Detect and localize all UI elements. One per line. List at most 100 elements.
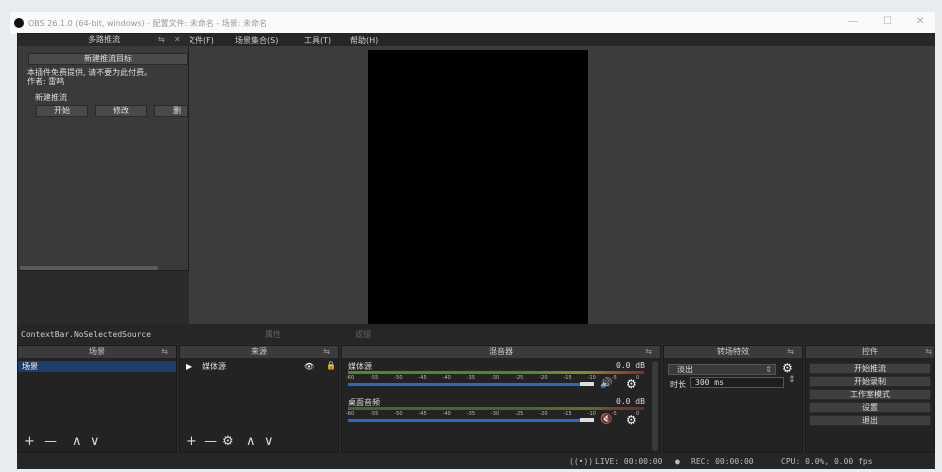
meter-tick-label: -5: [611, 375, 617, 381]
mixer-track-db: 0.0 dB: [616, 361, 645, 370]
volume-slider[interactable]: [348, 383, 588, 386]
meter-tick-label: -25: [515, 375, 524, 381]
source-item[interactable]: ▶ 媒体源 👁 🔒: [180, 361, 338, 372]
volume-slider[interactable]: [348, 419, 588, 422]
dock-float-icon[interactable]: ⇆: [158, 35, 165, 44]
window-titlebar: OBS 26.1.0 (64-bit, windows) - 配置文件: 未命名…: [10, 12, 935, 34]
meter-tick-label: -10: [587, 411, 596, 417]
transition-select[interactable]: 淡出 ⇕: [668, 364, 776, 375]
transition-settings-gear-icon[interactable]: ⚙: [782, 361, 793, 375]
meter-tick-label: -60: [346, 375, 355, 381]
menu-scene-collection[interactable]: 场景集合(S): [235, 35, 278, 46]
menu-tools[interactable]: 工具(T): [304, 35, 331, 46]
move-source-down-icon[interactable]: ∨: [264, 434, 274, 449]
remove-scene-icon[interactable]: —: [44, 434, 57, 449]
move-scene-up-icon[interactable]: ∧: [72, 434, 82, 449]
menu-help[interactable]: 帮助(H): [350, 35, 378, 46]
meter-tick-label: -40: [442, 375, 451, 381]
meter-tick-label: -15: [563, 411, 572, 417]
audio-meter: [348, 407, 644, 410]
scenes-dock-float-icon[interactable]: ⇆: [161, 347, 168, 356]
meter-tick-label: -55: [370, 375, 379, 381]
multi-rtmp-dock: 多路推流 ⇆ ✕ 新建推流目标 本插件免费提供, 请不要为此付费。 作者: 雷鸣…: [17, 33, 190, 271]
scenes-toolbar: + — ∧ ∨: [24, 434, 174, 450]
live-broadcast-icon: ((•)): [569, 457, 594, 466]
track-settings-gear-icon[interactable]: ⚙: [626, 413, 637, 427]
controls-dock-float-icon[interactable]: ⇆: [925, 347, 932, 356]
menu-file[interactable]: 文件(F): [187, 35, 214, 46]
scenes-dock: 场景 ⇆ 场景 + — ∧ ∨: [17, 345, 177, 453]
mixer-track-db: 0.0 dB: [616, 397, 645, 406]
plugin-notice-line2: 作者: 雷鸣: [27, 77, 65, 86]
remove-source-icon[interactable]: —: [204, 434, 217, 449]
plugin-scrollbar[interactable]: [20, 266, 158, 270]
mixer-scrollbar[interactable]: [652, 361, 658, 451]
meter-tick-label: -10: [587, 375, 596, 381]
volume-slider-handle[interactable]: [580, 382, 594, 386]
preview-canvas[interactable]: [368, 50, 588, 324]
settings-button[interactable]: 设置: [809, 402, 931, 413]
meter-tick-label: -50: [394, 411, 403, 417]
meter-tick-label: -5: [611, 411, 617, 417]
track-settings-gear-icon[interactable]: ⚙: [626, 377, 637, 391]
duration-input[interactable]: 300 ms: [690, 377, 784, 388]
meter-tick-label: -30: [491, 375, 500, 381]
mixer-title: 混音器: [342, 346, 660, 358]
context-bar: ContextBar.NoSelectedSource 属性 滤镜: [17, 324, 935, 344]
mixer-dock-float-icon[interactable]: ⇆: [645, 347, 652, 356]
meter-tick-label: -35: [466, 411, 475, 417]
new-target-button[interactable]: 新建推流目标: [28, 53, 188, 65]
meter-tick-label: -45: [418, 375, 427, 381]
scenes-title: 场景: [18, 346, 176, 358]
transition-select-value: 淡出: [677, 365, 693, 374]
chevron-updown-icon: ⇕: [765, 365, 772, 374]
meter-tick-label: -50: [394, 375, 403, 381]
move-scene-down-icon[interactable]: ∨: [90, 434, 100, 449]
properties-button[interactable]: 属性: [243, 328, 303, 342]
move-source-up-icon[interactable]: ∧: [246, 434, 256, 449]
close-button[interactable]: ✕: [916, 16, 924, 27]
meter-tick-label: -40: [442, 411, 451, 417]
minimize-button[interactable]: —: [848, 16, 858, 27]
duration-spinner-icon[interactable]: ⇕: [788, 375, 796, 385]
meter-tick-label: -60: [346, 411, 355, 417]
exit-button[interactable]: 退出: [809, 415, 931, 426]
audio-meter: [348, 371, 644, 374]
delete-stream-button[interactable]: 删除: [154, 105, 188, 117]
start-streaming-button[interactable]: 开始推流: [809, 363, 931, 374]
source-properties-gear-icon[interactable]: ⚙: [222, 434, 234, 449]
filters-button[interactable]: 滤镜: [333, 328, 393, 342]
meter-tick-label: -25: [515, 411, 524, 417]
maximize-button[interactable]: ☐: [883, 16, 892, 27]
meter-tick-label: -30: [491, 411, 500, 417]
sources-dock: 来源 ⇆ ▶ 媒体源 👁 🔒 + — ⚙ ∧ ∨: [179, 345, 339, 453]
studio-mode-button[interactable]: 工作室模式: [809, 389, 931, 400]
visibility-eye-icon[interactable]: 👁: [304, 361, 314, 372]
muted-speaker-icon[interactable]: 🔇: [600, 414, 612, 425]
sources-dock-float-icon[interactable]: ⇆: [323, 347, 330, 356]
source-item-label: 媒体源: [202, 362, 226, 371]
new-stream-label: 新建推流: [35, 93, 67, 102]
context-bar-label: ContextBar.NoSelectedSource: [21, 330, 152, 339]
start-stream-button[interactable]: 开始: [36, 105, 88, 117]
live-time: LIVE: 00:00:00: [595, 457, 663, 466]
edit-stream-button[interactable]: 修改: [95, 105, 147, 117]
sources-toolbar: + — ⚙ ∧ ∨: [186, 434, 336, 450]
add-source-icon[interactable]: +: [186, 434, 197, 449]
dock-close-icon[interactable]: ✕: [174, 35, 181, 44]
meter-tick-label: -20: [539, 375, 548, 381]
volume-slider-handle[interactable]: [580, 418, 594, 422]
speaker-icon[interactable]: 🔊: [600, 378, 612, 389]
transitions-dock: 转场特效 ⇆ 淡出 ⇕ ⚙ 时长 300 ms ⇕: [663, 345, 803, 453]
obs-logo-icon: [14, 18, 24, 28]
start-recording-button[interactable]: 开始录制: [809, 376, 931, 387]
media-source-play-icon: ▶: [186, 362, 193, 371]
meter-tick-label: -15: [563, 375, 572, 381]
window-title: OBS 26.1.0 (64-bit, windows) - 配置文件: 未命名…: [28, 19, 268, 28]
lock-icon[interactable]: 🔒: [326, 360, 336, 371]
status-bar: ((•)) LIVE: 00:00:00 ● REC: 00:00:00 CPU…: [17, 453, 935, 469]
scene-item[interactable]: 场景: [18, 361, 176, 372]
transitions-title: 转场特效: [664, 346, 802, 358]
add-scene-icon[interactable]: +: [24, 434, 35, 449]
transitions-dock-float-icon[interactable]: ⇆: [787, 347, 794, 356]
